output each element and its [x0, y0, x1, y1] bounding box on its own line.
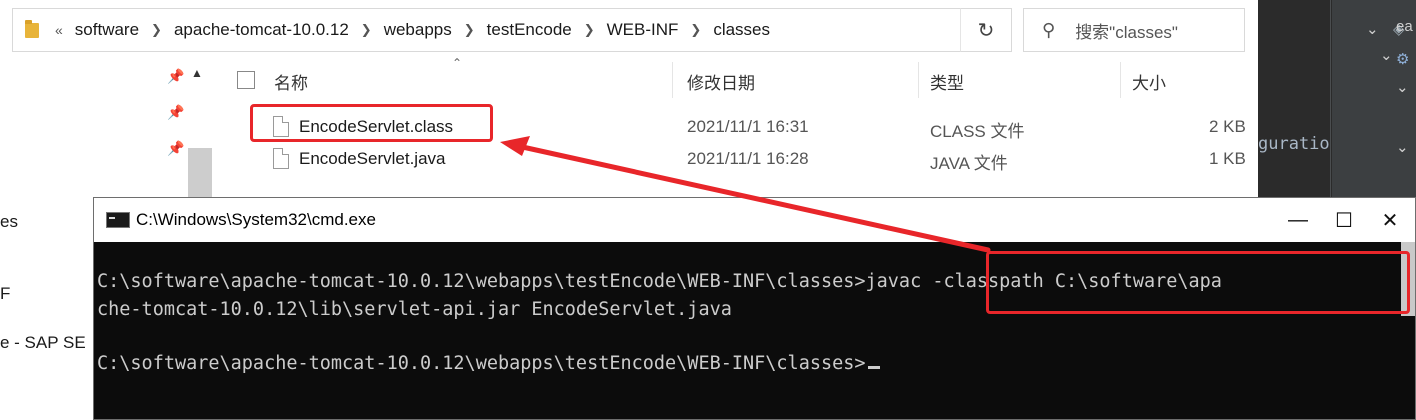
screenshot-stage: « software ❯ apache-tomcat-10.0.12 ❯ web… [0, 0, 1416, 420]
arrow-head [500, 136, 530, 156]
arrow-shaft [515, 143, 991, 253]
annotation-arrow [500, 136, 991, 253]
